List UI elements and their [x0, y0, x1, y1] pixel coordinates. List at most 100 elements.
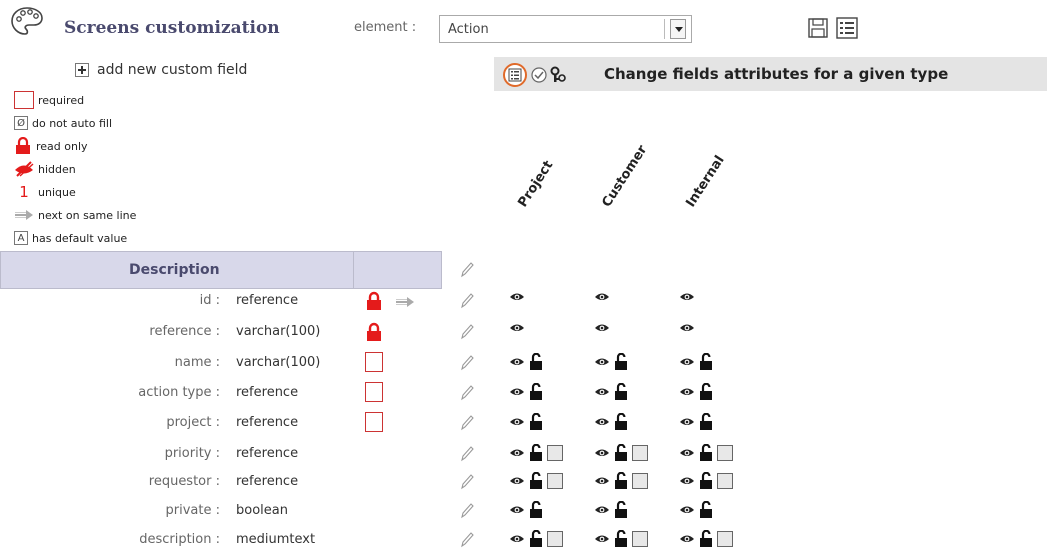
default-checkbox[interactable] — [632, 531, 648, 547]
unlock-icon[interactable] — [528, 383, 544, 401]
element-label: element : — [354, 20, 417, 35]
list-mode-icon[interactable] — [502, 62, 528, 88]
unlock-icon[interactable] — [528, 413, 544, 431]
field-type: varchar(100) — [236, 355, 321, 370]
unlock-icon[interactable] — [698, 353, 714, 371]
field-name: action type : — [138, 385, 220, 400]
unlock-icon[interactable] — [698, 472, 714, 490]
pencil-icon[interactable] — [459, 473, 475, 491]
legend-hidden: hidden — [14, 159, 76, 179]
no-autofill-icon: Ø — [14, 116, 28, 130]
default-checkbox[interactable] — [717, 445, 733, 461]
eye-icon[interactable] — [679, 504, 695, 516]
eye-icon[interactable] — [679, 386, 695, 398]
unlock-icon[interactable] — [528, 530, 544, 548]
pencil-icon[interactable] — [459, 261, 475, 279]
attr-cell-customer — [594, 413, 629, 431]
attr-cell-project — [509, 530, 563, 548]
attr-cell-project — [509, 501, 544, 519]
default-checkbox[interactable] — [717, 531, 733, 547]
eye-icon[interactable] — [594, 322, 610, 334]
eye-icon[interactable] — [594, 386, 610, 398]
pencil-icon[interactable] — [459, 292, 475, 310]
eye-icon[interactable] — [509, 504, 525, 516]
attr-cell-project — [509, 353, 544, 371]
eye-icon[interactable] — [509, 386, 525, 398]
eye-icon[interactable] — [509, 356, 525, 368]
unlock-icon[interactable] — [698, 444, 714, 462]
eye-icon[interactable] — [679, 475, 695, 487]
unlock-icon[interactable] — [528, 472, 544, 490]
unlock-icon[interactable] — [613, 530, 629, 548]
unlock-icon[interactable] — [528, 444, 544, 462]
pencil-icon[interactable] — [459, 502, 475, 520]
legend-next-line-label: next on same line — [38, 208, 137, 222]
unlock-icon[interactable] — [613, 472, 629, 490]
eye-icon[interactable] — [679, 533, 695, 545]
pencil-icon[interactable] — [459, 384, 475, 402]
unlock-icon[interactable] — [698, 383, 714, 401]
eye-icon[interactable] — [509, 475, 525, 487]
pencil-icon[interactable] — [459, 354, 475, 372]
required-checkbox[interactable] — [365, 412, 383, 432]
unlock-icon[interactable] — [698, 530, 714, 548]
pencil-icon[interactable] — [459, 323, 475, 341]
unlock-icon[interactable] — [613, 501, 629, 519]
unlock-icon[interactable] — [528, 353, 544, 371]
eye-icon[interactable] — [594, 416, 610, 428]
check-circle-icon[interactable] — [530, 66, 548, 84]
eye-icon[interactable] — [679, 322, 695, 334]
eye-icon[interactable] — [594, 475, 610, 487]
unique-icon: 1 — [19, 183, 29, 201]
eye-icon[interactable] — [594, 356, 610, 368]
key-icon[interactable] — [550, 66, 566, 84]
unlock-icon[interactable] — [698, 501, 714, 519]
eye-icon[interactable] — [594, 291, 610, 303]
unlock-icon[interactable] — [613, 353, 629, 371]
default-checkbox[interactable] — [632, 473, 648, 489]
element-select[interactable]: Action — [439, 15, 692, 43]
pencil-icon[interactable] — [459, 445, 475, 463]
pencil-icon[interactable] — [459, 414, 475, 432]
unlock-icon[interactable] — [613, 444, 629, 462]
attr-cell-customer — [594, 472, 648, 490]
field-type: varchar(100) — [236, 324, 321, 339]
eye-icon[interactable] — [679, 416, 695, 428]
attr-cell-customer — [594, 291, 610, 303]
required-checkbox[interactable] — [365, 352, 383, 372]
chevron-down-icon[interactable] — [670, 19, 686, 39]
eye-icon[interactable] — [594, 504, 610, 516]
unlock-icon[interactable] — [613, 413, 629, 431]
add-custom-field-button[interactable]: add new custom field — [75, 62, 247, 78]
eye-icon[interactable] — [594, 533, 610, 545]
eye-icon[interactable] — [509, 416, 525, 428]
column-header-project: Project — [515, 158, 557, 210]
eye-icon[interactable] — [679, 291, 695, 303]
pencil-icon[interactable] — [459, 531, 475, 549]
unlock-icon[interactable] — [528, 501, 544, 519]
save-icon[interactable] — [808, 18, 828, 38]
attr-cell-internal — [679, 413, 714, 431]
attr-cell-customer — [594, 501, 629, 519]
default-checkbox[interactable] — [547, 473, 563, 489]
column-header-internal: Internal — [683, 153, 728, 210]
required-checkbox[interactable] — [365, 382, 383, 402]
default-checkbox[interactable] — [547, 531, 563, 547]
legend-default-value-label: has default value — [32, 231, 128, 245]
attr-cell-internal — [679, 291, 695, 303]
eye-icon[interactable] — [509, 291, 525, 303]
field-type: mediumtext — [236, 532, 316, 547]
eye-icon[interactable] — [679, 447, 695, 459]
field-name: private : — [165, 503, 220, 518]
eye-icon[interactable] — [594, 447, 610, 459]
eye-icon[interactable] — [509, 447, 525, 459]
eye-icon[interactable] — [509, 322, 525, 334]
unlock-icon[interactable] — [613, 383, 629, 401]
list-icon[interactable] — [836, 17, 858, 39]
eye-icon[interactable] — [679, 356, 695, 368]
eye-icon[interactable] — [509, 533, 525, 545]
default-checkbox[interactable] — [632, 445, 648, 461]
default-checkbox[interactable] — [717, 473, 733, 489]
unlock-icon[interactable] — [698, 413, 714, 431]
default-checkbox[interactable] — [547, 445, 563, 461]
